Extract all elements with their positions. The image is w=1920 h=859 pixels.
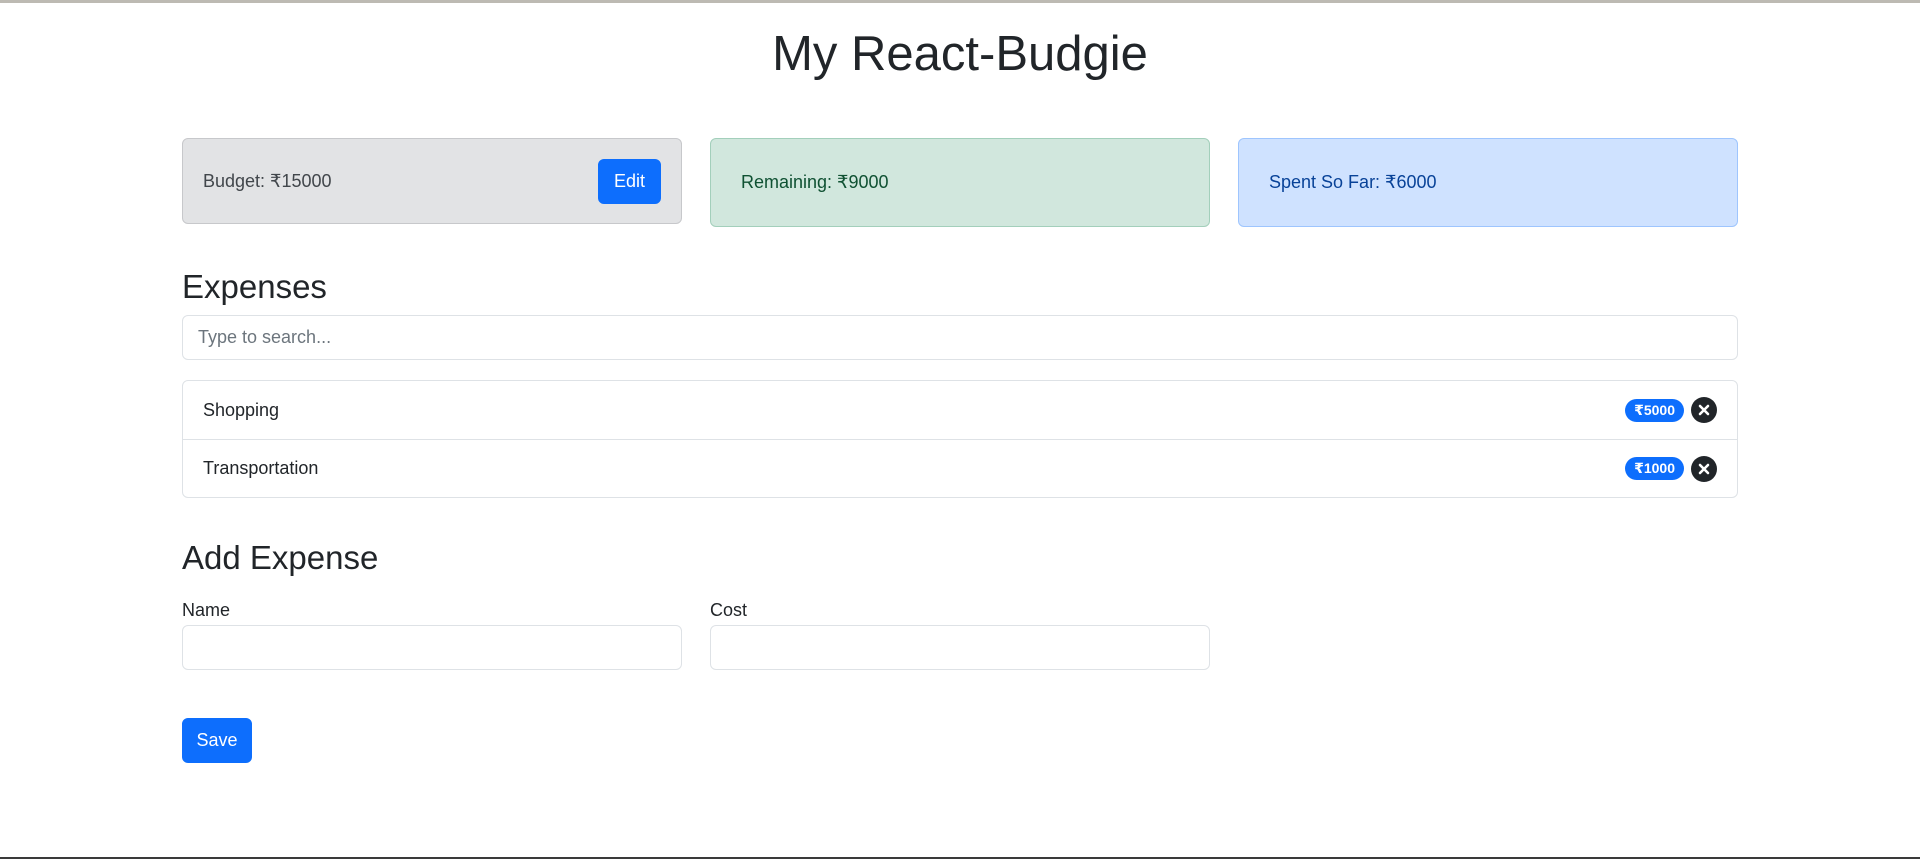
cost-label: Cost [710, 600, 748, 620]
spent-text: Spent So Far: ₹6000 [1269, 172, 1437, 192]
search-input[interactable] [182, 315, 1738, 360]
expense-list-item: Shopping ₹5000 [183, 381, 1737, 439]
save-button[interactable]: Save [182, 718, 252, 763]
expenses-heading: Expenses [182, 268, 327, 305]
expense-list: Shopping ₹5000 Transportation ₹1000 [182, 380, 1738, 498]
add-expense-heading: Add Expense [182, 539, 379, 576]
budget-text: Budget: ₹15000 [203, 170, 332, 191]
cost-field[interactable] [710, 625, 1210, 670]
close-circle-icon[interactable] [1691, 397, 1717, 423]
expense-actions: ₹1000 [1625, 455, 1717, 482]
close-circle-icon[interactable] [1691, 455, 1717, 482]
name-label: Name [182, 600, 231, 620]
budget-card: Budget: ₹15000 Edit [182, 138, 682, 224]
name-field[interactable] [182, 625, 682, 670]
page-title: My React-Budgie [772, 27, 1148, 81]
remaining-card: Remaining: ₹9000 [710, 138, 1210, 227]
expense-actions: ₹5000 [1625, 397, 1717, 423]
spent-card: Spent So Far: ₹6000 [1238, 138, 1738, 227]
remaining-text: Remaining: ₹9000 [741, 172, 889, 192]
expense-list-item: Transportation ₹1000 [183, 439, 1737, 497]
expense-name: Shopping [203, 399, 280, 420]
expense-cost-badge: ₹5000 [1625, 398, 1684, 422]
edit-budget-button[interactable]: Edit [598, 158, 661, 204]
expense-cost-badge: ₹1000 [1625, 457, 1684, 480]
window-top-border [0, 0, 1920, 3]
expense-name: Transportation [203, 458, 319, 478]
